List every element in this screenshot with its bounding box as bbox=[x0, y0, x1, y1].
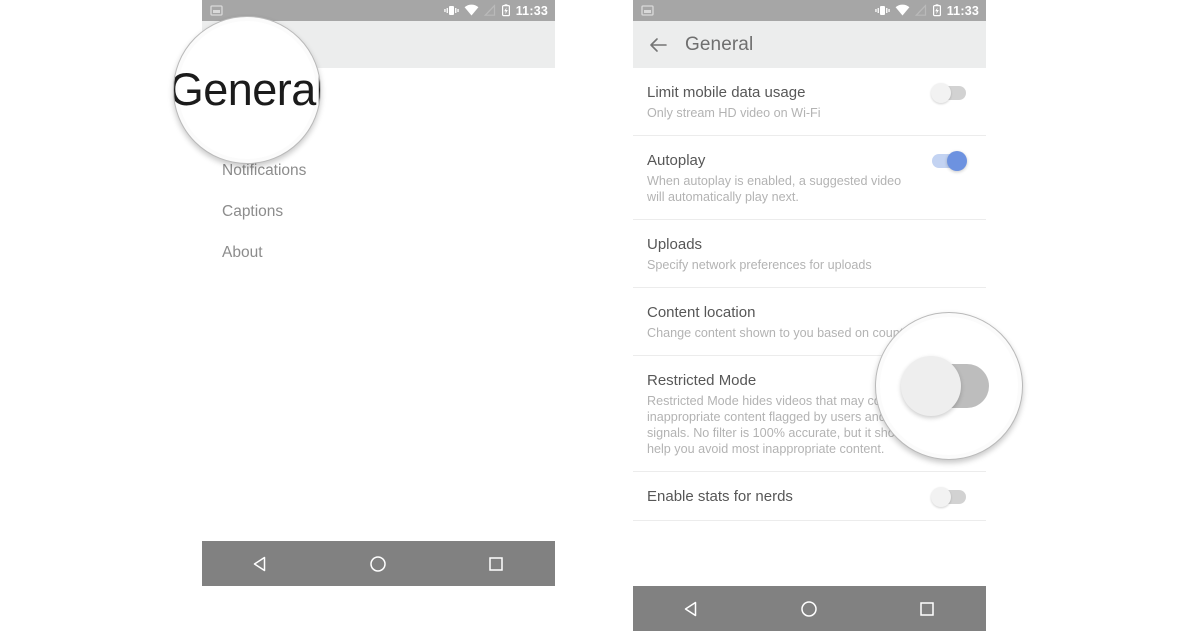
magnifier-restricted-mode-toggle bbox=[875, 312, 1023, 460]
status-bar-right-icons: 11:33 bbox=[444, 4, 548, 18]
screenshot-icon bbox=[641, 5, 654, 16]
setting-subtitle: Change content shown to you based on cou… bbox=[647, 326, 914, 340]
page-title-general: General bbox=[685, 33, 754, 55]
wifi-icon bbox=[464, 4, 479, 16]
setting-row-uploads[interactable]: Uploads Specify network preferences for … bbox=[633, 220, 986, 288]
home-circle-icon[interactable] bbox=[799, 599, 819, 619]
setting-subtitle: Specify network preferences for uploads bbox=[647, 258, 872, 272]
status-bar-right: 11:33 bbox=[633, 0, 986, 21]
vibrate-icon bbox=[875, 6, 890, 15]
setting-row-autoplay[interactable]: Autoplay When autoplay is enabled, a sug… bbox=[633, 136, 986, 220]
status-bar-clock: 11:33 bbox=[946, 3, 979, 18]
setting-control bbox=[920, 235, 966, 238]
toggle-knob bbox=[947, 151, 967, 171]
status-bar-left-icons bbox=[210, 4, 223, 17]
toggle-knob bbox=[901, 356, 961, 416]
list-item-label: About bbox=[222, 243, 263, 261]
setting-texts: Autoplay When autoplay is enabled, a sug… bbox=[647, 151, 920, 205]
toggle-knob bbox=[931, 83, 951, 103]
screenshot-icon bbox=[210, 5, 223, 16]
back-triangle-icon[interactable] bbox=[251, 554, 271, 574]
setting-control bbox=[920, 303, 966, 306]
setting-title: Autoplay bbox=[647, 152, 706, 169]
wifi-icon bbox=[895, 4, 910, 16]
home-circle-icon[interactable] bbox=[368, 554, 388, 574]
recents-square-icon[interactable] bbox=[486, 554, 506, 574]
setting-control bbox=[920, 83, 966, 103]
toggle-autoplay[interactable] bbox=[932, 151, 967, 171]
setting-title: Content location bbox=[647, 304, 756, 321]
recents-square-icon[interactable] bbox=[917, 599, 937, 619]
toggle-stats-for-nerds[interactable] bbox=[931, 487, 966, 507]
setting-control bbox=[920, 151, 967, 171]
nav-bar-left bbox=[202, 541, 555, 586]
vibrate-icon bbox=[444, 6, 459, 15]
back-triangle-icon[interactable] bbox=[682, 599, 702, 619]
setting-row-stats-for-nerds[interactable]: Enable stats for nerds bbox=[633, 472, 986, 521]
setting-subtitle: Only stream HD video on Wi-Fi bbox=[647, 106, 821, 120]
list-item-captions[interactable]: Captions bbox=[202, 191, 555, 232]
setting-texts: Enable stats for nerds bbox=[647, 487, 920, 506]
setting-control bbox=[920, 487, 966, 507]
setting-texts: Uploads Specify network preferences for … bbox=[647, 235, 920, 273]
magnifier-general-label: General bbox=[173, 16, 321, 164]
app-bar-right: General bbox=[633, 21, 986, 68]
setting-texts: Content location Change content shown to… bbox=[647, 303, 920, 341]
signal-off-icon bbox=[914, 4, 926, 16]
toggle-limit-mobile-data[interactable] bbox=[931, 83, 966, 103]
list-item-label: Notifications bbox=[222, 161, 307, 179]
battery-charging-icon bbox=[932, 4, 941, 17]
setting-row-limit-mobile-data[interactable]: Limit mobile data usage Only stream HD v… bbox=[633, 68, 986, 136]
list-item-label: Captions bbox=[222, 202, 284, 220]
magnifier-text: General bbox=[173, 64, 321, 115]
setting-title: Enable stats for nerds bbox=[647, 488, 793, 505]
status-bar-right-icons: 11:33 bbox=[875, 4, 979, 18]
nav-bar-right bbox=[633, 586, 986, 631]
setting-title: Uploads bbox=[647, 236, 703, 253]
battery-charging-icon bbox=[501, 4, 510, 17]
magnified-toggle-off bbox=[901, 356, 989, 416]
list-item-about[interactable]: About bbox=[202, 232, 555, 273]
setting-texts: Limit mobile data usage Only stream HD v… bbox=[647, 83, 920, 121]
signal-off-icon bbox=[483, 4, 495, 16]
back-arrow-icon[interactable] bbox=[647, 34, 669, 56]
setting-title: Limit mobile data usage bbox=[647, 84, 806, 101]
toggle-knob bbox=[931, 487, 951, 507]
status-bar-left-icons bbox=[641, 4, 654, 17]
setting-subtitle: When autoplay is enabled, a suggested vi… bbox=[647, 174, 902, 204]
status-bar-clock: 11:33 bbox=[515, 3, 548, 18]
